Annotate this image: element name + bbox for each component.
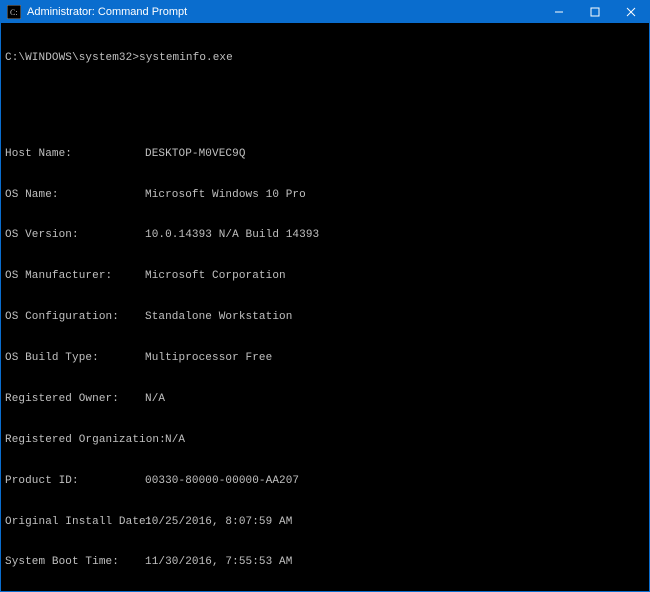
minimize-icon bbox=[554, 7, 564, 17]
row-host-name: Host Name:DESKTOP-M0VEC9Q bbox=[5, 148, 645, 162]
maximize-icon bbox=[590, 7, 600, 17]
row-os-name: OS Name:Microsoft Windows 10 Pro bbox=[5, 189, 645, 203]
value: 10/25/2016, 8:07:59 AM bbox=[145, 516, 645, 530]
window-title: Administrator: Command Prompt bbox=[27, 6, 541, 18]
value: DESKTOP-M0VEC9Q bbox=[145, 148, 645, 162]
window-controls bbox=[541, 1, 649, 23]
value: Multiprocessor Free bbox=[145, 352, 645, 366]
label: OS Configuration: bbox=[5, 311, 145, 325]
cmd-icon: C: bbox=[7, 5, 21, 19]
prompt-before: C:\WINDOWS\system32>systeminfo.exe bbox=[5, 52, 645, 66]
label: Registered Organization: bbox=[5, 434, 165, 448]
row-original-install: Original Install Date:10/25/2016, 8:07:5… bbox=[5, 516, 645, 530]
row-product-id: Product ID:00330-80000-00000-AA207 bbox=[5, 475, 645, 489]
label: Original Install Date: bbox=[5, 516, 145, 530]
row-os-build-type: OS Build Type:Multiprocessor Free bbox=[5, 352, 645, 366]
row-registered-owner: Registered Owner:N/A bbox=[5, 393, 645, 407]
close-icon bbox=[626, 7, 636, 17]
label: Product ID: bbox=[5, 475, 145, 489]
minimize-button[interactable] bbox=[541, 1, 577, 23]
label: OS Manufacturer: bbox=[5, 270, 145, 284]
value: 11/30/2016, 7:55:53 AM bbox=[145, 556, 645, 570]
value: N/A bbox=[165, 434, 645, 448]
label: Registered Owner: bbox=[5, 393, 145, 407]
value: Microsoft Corporation bbox=[145, 270, 645, 284]
value: 00330-80000-00000-AA207 bbox=[145, 475, 645, 489]
value: Standalone Workstation bbox=[145, 311, 645, 325]
row-os-configuration: OS Configuration:Standalone Workstation bbox=[5, 311, 645, 325]
value: Microsoft Windows 10 Pro bbox=[145, 189, 645, 203]
value: N/A bbox=[145, 393, 645, 407]
svg-text:C:: C: bbox=[10, 8, 18, 17]
terminal[interactable]: C:\WINDOWS\system32>systeminfo.exe Host … bbox=[1, 23, 649, 591]
maximize-button[interactable] bbox=[577, 1, 613, 23]
label: OS Name: bbox=[5, 189, 145, 203]
blank-line bbox=[5, 93, 645, 107]
value: 10.0.14393 N/A Build 14393 bbox=[145, 229, 645, 243]
label: System Boot Time: bbox=[5, 556, 145, 570]
row-os-version: OS Version:10.0.14393 N/A Build 14393 bbox=[5, 229, 645, 243]
label: Host Name: bbox=[5, 148, 145, 162]
label: OS Build Type: bbox=[5, 352, 145, 366]
titlebar[interactable]: C: Administrator: Command Prompt bbox=[1, 1, 649, 23]
row-os-manufacturer: OS Manufacturer:Microsoft Corporation bbox=[5, 270, 645, 284]
close-button[interactable] bbox=[613, 1, 649, 23]
row-registered-org: Registered Organization:N/A bbox=[5, 434, 645, 448]
row-system-boot-time: System Boot Time:11/30/2016, 7:55:53 AM bbox=[5, 556, 645, 570]
cmd-window: C: Administrator: Command Prompt C:\WIND… bbox=[0, 0, 650, 592]
label: OS Version: bbox=[5, 229, 145, 243]
